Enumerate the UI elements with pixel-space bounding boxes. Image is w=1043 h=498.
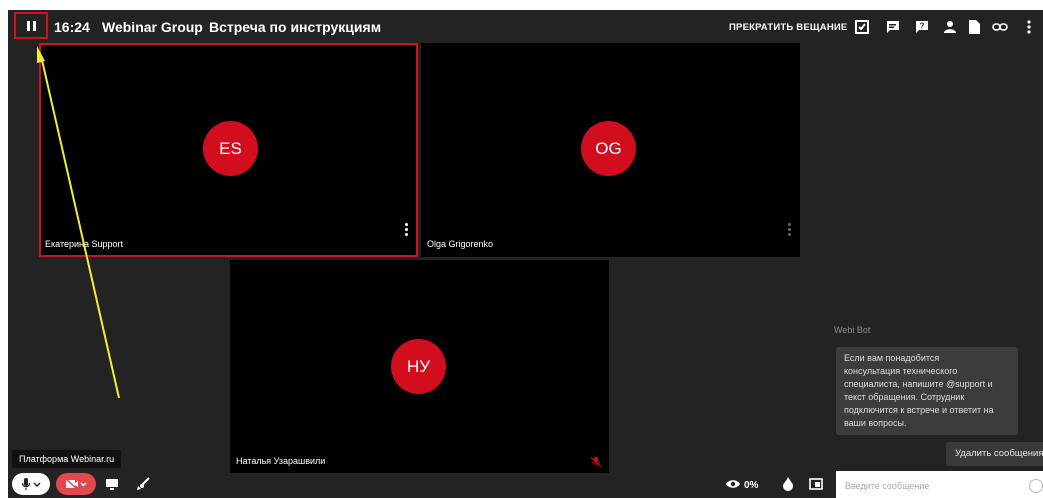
participant-tile-es[interactable]: ES Екатерина Support xyxy=(39,43,418,257)
avatar: ES xyxy=(203,121,258,176)
pause-button[interactable] xyxy=(14,12,48,39)
participant-tile-og[interactable]: OG Olga Grigorenko xyxy=(421,43,800,257)
top-bar: 16:24 Webinar Group Встреча по инструкци… xyxy=(8,10,1043,44)
link-icon[interactable] xyxy=(992,19,1008,35)
more-icon[interactable] xyxy=(1021,19,1037,35)
eye-icon xyxy=(725,476,741,492)
emoji-icon[interactable] xyxy=(1029,479,1043,493)
flame-icon[interactable] xyxy=(780,476,796,492)
tasks-icon[interactable] xyxy=(854,19,870,35)
tile-menu-icon[interactable] xyxy=(788,223,791,236)
chat-icon[interactable] xyxy=(885,19,901,35)
chat-message: Если вам понадобится консультация технич… xyxy=(836,347,1018,435)
chat-sender-name: Webi Bot xyxy=(834,325,871,335)
delete-messages-button[interactable]: Удалить сообщения xyxy=(946,442,1043,466)
participant-name: Olga Grigorenko xyxy=(427,239,494,249)
picture-in-picture-icon[interactable] xyxy=(808,476,824,492)
meeting-title: Встреча по инструкциям xyxy=(209,19,382,35)
participant-tile-nu[interactable]: НУ Наталья Узарашвили xyxy=(230,260,609,473)
webinar-room: 16:24 Webinar Group Встреча по инструкци… xyxy=(8,10,1043,498)
stop-broadcast-button[interactable]: ПРЕКРАТИТЬ ВЕЩАНИЕ xyxy=(729,22,847,33)
question-icon[interactable]: ? xyxy=(914,19,930,35)
camera-button[interactable] xyxy=(56,473,96,495)
mic-muted-icon xyxy=(590,455,602,473)
meeting-timer: 16:24 xyxy=(54,19,90,35)
participant-name: Наталья Узарашвили xyxy=(236,456,326,466)
platform-tooltip: Платформа Webinar.ru xyxy=(12,450,122,468)
group-name: Webinar Group xyxy=(102,19,203,35)
tile-menu-icon[interactable] xyxy=(405,223,408,236)
svg-text:?: ? xyxy=(920,22,925,31)
settings-brush-icon[interactable] xyxy=(135,476,151,492)
participant-name: Екатерина Support xyxy=(45,239,124,249)
avatar: OG xyxy=(581,121,636,176)
document-icon[interactable] xyxy=(966,19,982,35)
person-icon[interactable] xyxy=(942,19,958,35)
message-input[interactable]: Введите сообщение xyxy=(836,471,1043,498)
microphone-button[interactable] xyxy=(12,473,50,495)
view-percent: 0% xyxy=(744,480,759,491)
avatar: НУ xyxy=(391,339,446,394)
screen-share-icon[interactable] xyxy=(104,476,120,492)
